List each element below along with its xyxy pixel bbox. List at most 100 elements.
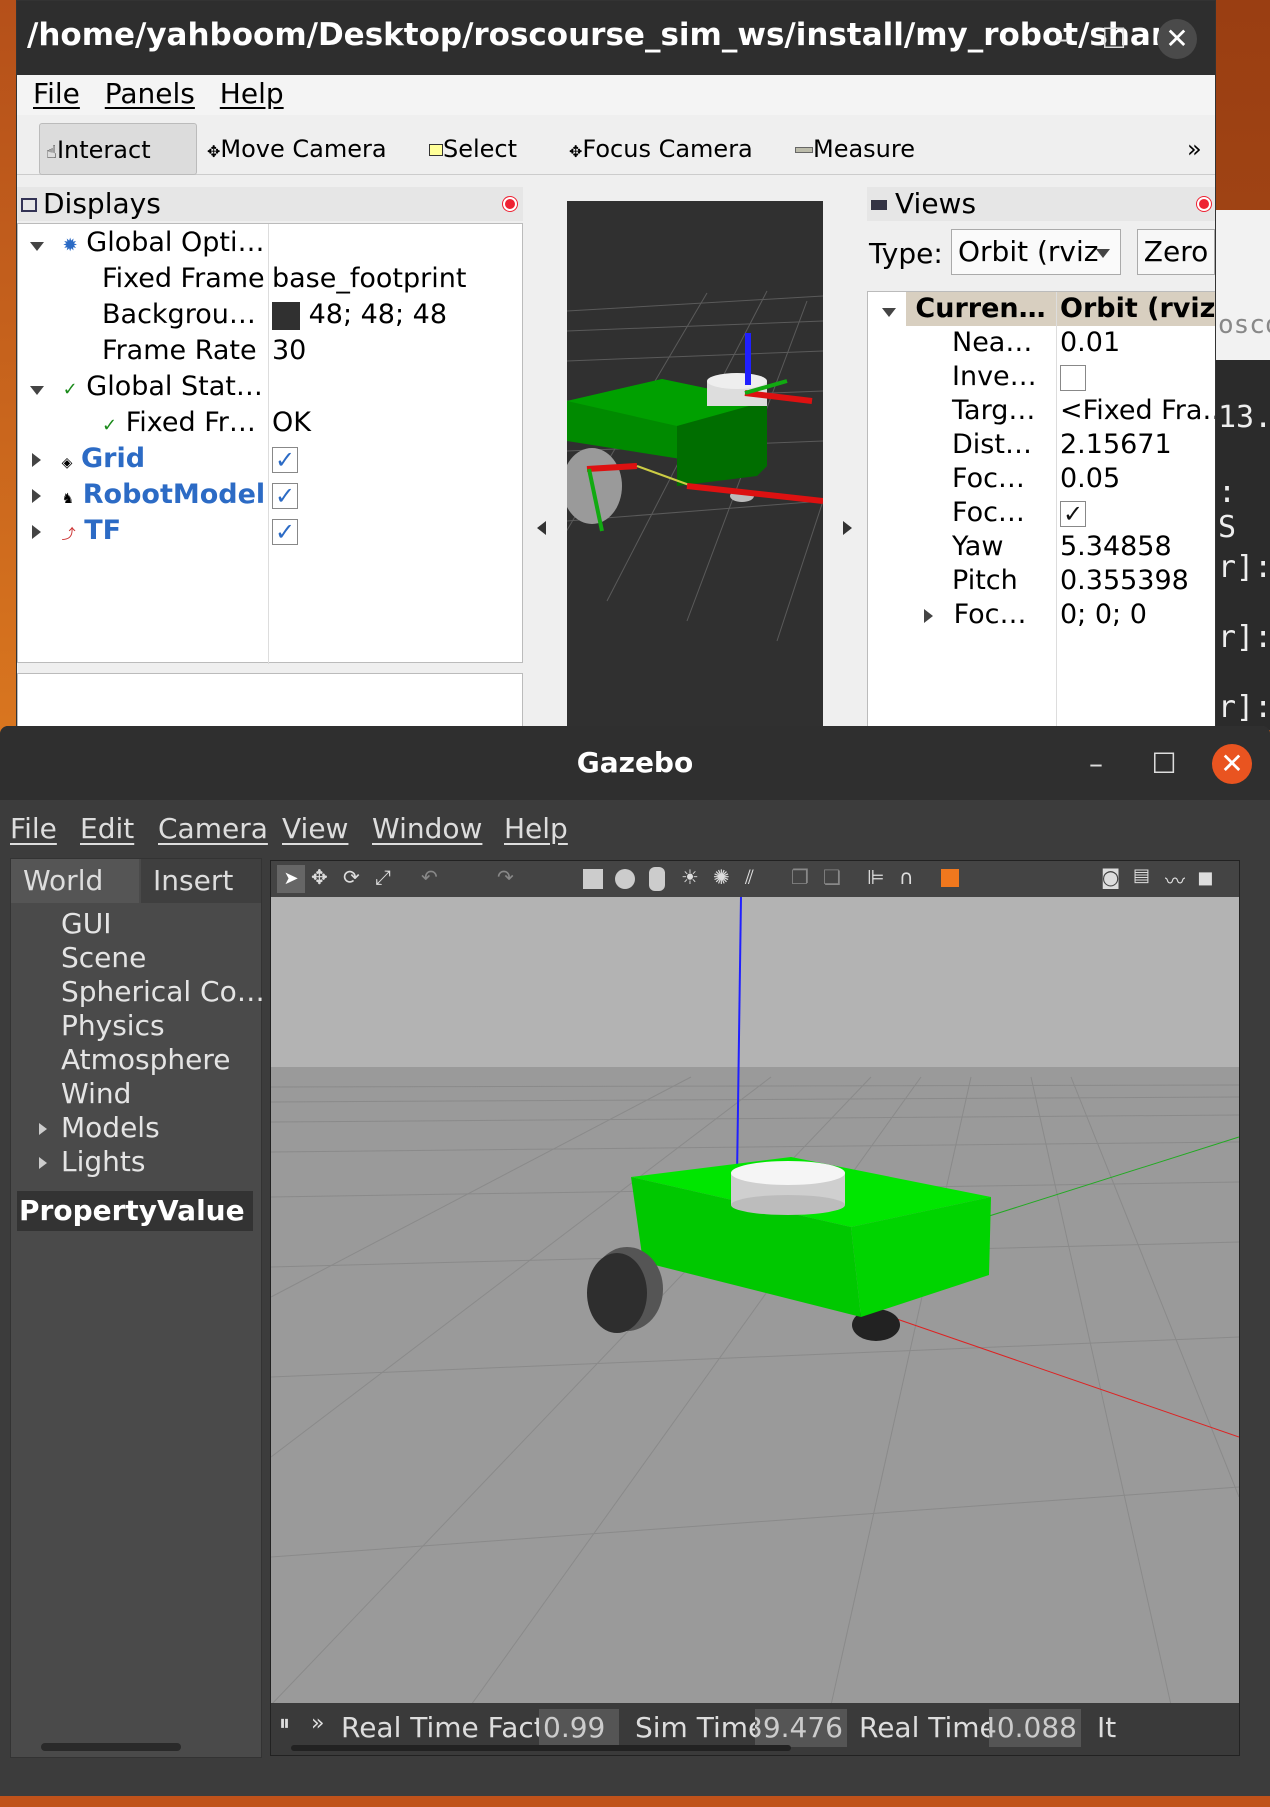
copy-icon[interactable]: ❐ [791, 865, 809, 889]
screenshot-icon[interactable]: ◙ [1101, 865, 1120, 889]
world-item-lights[interactable]: Lights [39, 1145, 145, 1178]
yaw-value[interactable]: 5.34858 [1060, 530, 1172, 564]
maximize-button[interactable]: ☐ [1144, 744, 1184, 784]
close-button[interactable]: ✕ [1212, 744, 1252, 784]
collapse-arrow-icon[interactable] [32, 453, 41, 467]
spot-light-icon[interactable]: ✺ [713, 865, 730, 889]
expand-arrow-icon[interactable] [30, 386, 44, 395]
collapse-arrow-icon[interactable] [32, 525, 41, 539]
step-button[interactable]: » [311, 1711, 324, 1736]
scale-icon[interactable]: ⤢ [375, 865, 391, 889]
align-icon[interactable]: ⊫ [867, 865, 884, 889]
distance-value[interactable]: 2.15671 [1060, 428, 1172, 462]
maximize-button[interactable]: ☐ [1094, 19, 1134, 59]
status-bar: ⏸ » Real Time Factor: 0.99 Sim Time: 0:3… [271, 1703, 1239, 1755]
expand-arrow-icon[interactable] [30, 242, 44, 251]
grid-enabled-checkbox[interactable]: ✓ [272, 442, 298, 476]
video-record-icon[interactable]: ◼ [1197, 865, 1214, 889]
near-clip-value[interactable]: 0.01 [1060, 326, 1120, 360]
fixed-frame-value[interactable]: base_footprint [272, 262, 466, 296]
expand-arrow-icon[interactable] [39, 1157, 47, 1169]
log-icon[interactable]: ▤ [1133, 865, 1150, 886]
directional-light-icon[interactable]: ⫽ [745, 865, 754, 889]
view-angle-icon[interactable] [941, 869, 959, 887]
menu-view[interactable]: View [282, 812, 348, 845]
menu-window[interactable]: Window [372, 812, 482, 845]
robot-icon: ♞ [61, 491, 75, 507]
tree-row-global-status[interactable]: ✓ Global Stat… [30, 370, 263, 404]
box-shape-icon[interactable] [583, 869, 603, 889]
rviz-3d-view[interactable] [536, 201, 824, 729]
world-item-gui[interactable]: GUI [61, 907, 111, 940]
measure-tool[interactable]: Measure [795, 123, 915, 175]
translate-icon[interactable]: ✥ [311, 865, 328, 889]
toolbar-more-button[interactable]: » [1187, 123, 1202, 175]
minimize-button[interactable]: – [1076, 744, 1116, 784]
gazebo-3d-scene[interactable]: ➤ ✥ ⟳ ⤢ ↶ ↷ ☀ ✺ ⫽ ❐ ❏ ⊫ ∩ ◙ ▤ 〰 ◼ ⏸ » Re… [270, 860, 1240, 1756]
tree-label: Inve… [952, 361, 1037, 392]
tf-enabled-checkbox[interactable]: ✓ [272, 514, 298, 548]
menu-panels[interactable]: Panels [105, 77, 195, 110]
zero-button[interactable]: Zero [1137, 229, 1215, 275]
close-button[interactable]: ✕ [1157, 19, 1197, 59]
expand-arrow-icon[interactable] [39, 1123, 47, 1135]
world-item-physics[interactable]: Physics [61, 1009, 165, 1042]
rotate-icon[interactable]: ⟳ [343, 865, 360, 889]
gazebo-titlebar[interactable]: Gazebo – ☐ ✕ [0, 726, 1270, 800]
world-item-spherical-coordinates[interactable]: Spherical Co… [61, 975, 265, 1008]
plot-icon[interactable]: 〰 [1165, 865, 1185, 894]
rviz-titlebar[interactable]: /home/yahboom/Desktop/roscourse_sim_ws/i… [17, 1, 1215, 75]
frame-rate-value[interactable]: 30 [272, 334, 306, 368]
panel-close-icon[interactable] [1197, 197, 1211, 211]
panel-close-icon[interactable] [503, 197, 517, 211]
horizontal-scrollbar[interactable] [291, 1745, 791, 1751]
tab-insert[interactable]: Insert [141, 859, 261, 903]
world-item-models[interactable]: Models [39, 1111, 160, 1144]
menu-camera[interactable]: Camera [158, 812, 268, 845]
redo-icon[interactable]: ↷ [497, 865, 514, 889]
collapse-right-icon[interactable] [843, 521, 852, 535]
point-light-icon[interactable]: ☀ [681, 865, 699, 889]
tab-world[interactable]: World [11, 859, 139, 903]
robotmodel-enabled-checkbox[interactable]: ✓ [272, 478, 298, 512]
menu-file[interactable]: File [33, 77, 80, 110]
collapse-arrow-icon[interactable] [32, 489, 41, 503]
tree-row-tf[interactable]: ⤴ TF [32, 514, 121, 548]
world-item-atmosphere[interactable]: Atmosphere [61, 1043, 231, 1076]
menu-help[interactable]: Help [220, 77, 284, 110]
collapse-arrow-icon[interactable] [924, 609, 933, 623]
menu-help[interactable]: Help [504, 812, 568, 845]
background-color-field[interactable]: 48; 48; 48 [272, 298, 447, 332]
minimize-button[interactable]: – [1042, 19, 1082, 59]
select-mode-icon[interactable]: ➤ [277, 865, 305, 893]
menu-file[interactable]: File [10, 812, 57, 845]
world-item-scene[interactable]: Scene [61, 941, 146, 974]
focal-shape-size-value[interactable]: 0.05 [1060, 462, 1120, 496]
tree-row-focal-point[interactable]: Foc… [924, 598, 1027, 632]
pause-button[interactable]: ⏸ [279, 1711, 290, 1736]
undo-icon[interactable]: ↶ [421, 865, 438, 889]
move-camera-tool[interactable]: ✥Move Camera [207, 123, 387, 175]
cylinder-shape-icon[interactable] [649, 867, 665, 891]
select-tool[interactable]: Select [429, 123, 517, 175]
target-frame-value[interactable]: <Fixed Fra… [1060, 394, 1215, 428]
invert-checkbox[interactable] [1060, 360, 1086, 394]
focus-camera-tool[interactable]: ✥Focus Camera [569, 123, 753, 175]
sphere-shape-icon[interactable] [615, 869, 635, 889]
expand-arrow-icon[interactable] [882, 308, 896, 317]
snap-icon[interactable]: ∩ [899, 865, 914, 889]
focal-shape-fixed-checkbox[interactable]: ✓ [1060, 496, 1086, 530]
menu-edit[interactable]: Edit [80, 812, 134, 845]
tree-row-global-options[interactable]: ✹ Global Opti… [30, 226, 264, 260]
tree-row-robotmodel[interactable]: ♞ RobotModel [32, 478, 265, 512]
collapse-left-icon[interactable] [537, 521, 546, 535]
tree-row-grid[interactable]: ◈ Grid [32, 442, 145, 476]
interact-tool[interactable]: ☝Interact [39, 123, 197, 175]
world-item-wind[interactable]: Wind [61, 1077, 131, 1110]
paste-icon[interactable]: ❏ [823, 865, 841, 889]
horizontal-scrollbar[interactable] [41, 1743, 181, 1751]
view-type-dropdown[interactable]: Orbit (rviz [951, 229, 1121, 275]
pitch-value[interactable]: 0.355398 [1060, 564, 1189, 598]
tree-row-current-view[interactable]: Curren… [882, 292, 1046, 326]
focal-point-value[interactable]: 0; 0; 0 [1060, 598, 1147, 632]
